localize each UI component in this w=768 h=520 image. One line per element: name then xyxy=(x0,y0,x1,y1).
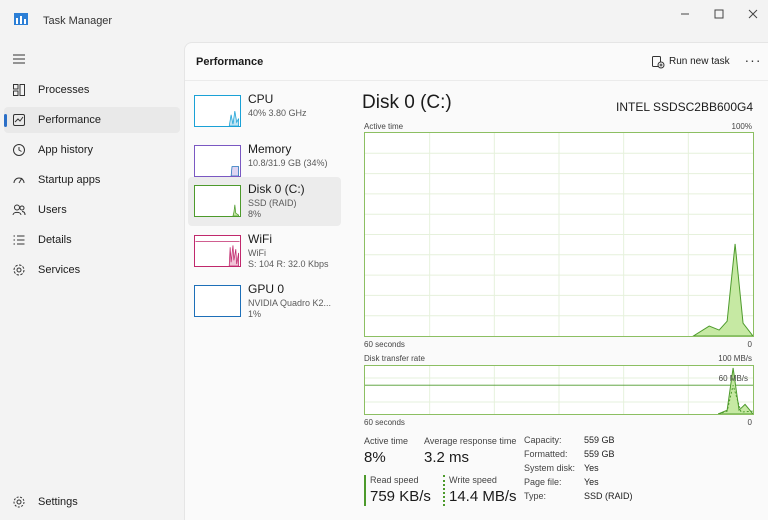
task-manager-app-icon xyxy=(14,13,28,25)
nav-item-settings[interactable]: Settings xyxy=(4,489,180,515)
device-item-cpu[interactable]: CPU 40% 3.80 GHz xyxy=(188,87,341,136)
run-task-icon xyxy=(652,56,665,69)
page-file-label: Page file: xyxy=(524,477,562,487)
write-speed-value: 14.4 MB/s xyxy=(449,488,517,505)
users-icon xyxy=(12,204,26,216)
read-speed-label: Read speed xyxy=(370,475,419,485)
device-detail: SSD (RAID) xyxy=(248,198,297,208)
device-throughput: S: 104 R: 32.0 Kbps xyxy=(248,259,329,269)
capacity-label: Capacity: xyxy=(524,435,562,445)
transfer-rate-max-label: 100 MB/s xyxy=(718,354,752,363)
device-detail: WiFi xyxy=(248,248,266,258)
gpu-mini-graph xyxy=(194,285,241,317)
active-time-stat-value: 8% xyxy=(364,449,386,466)
device-name: Memory xyxy=(248,142,292,156)
run-new-task-button[interactable]: Run new task xyxy=(649,52,739,74)
nav-item-services[interactable]: Services xyxy=(4,257,180,283)
avg-response-label: Average response time xyxy=(424,436,517,446)
page-file-value: Yes xyxy=(584,477,599,487)
disk-mini-graph xyxy=(194,185,241,217)
write-speed-indicator xyxy=(443,475,445,506)
device-usage: 8% xyxy=(248,209,262,219)
transfer-rate-graph xyxy=(364,365,754,415)
active-indicator xyxy=(4,114,7,127)
performance-icon xyxy=(13,114,25,126)
nav-item-users[interactable]: Users xyxy=(4,197,180,223)
device-detail: NVIDIA Quadro K2... xyxy=(248,298,332,308)
memory-mini-graph xyxy=(194,145,241,177)
device-name: Disk 0 (C:) xyxy=(248,182,305,196)
device-item-gpu-0[interactable]: GPU 0 NVIDIA Quadro K2... 1% xyxy=(188,277,341,326)
minimize-icon xyxy=(681,13,689,15)
active-time-graph xyxy=(364,132,754,337)
read-speed-value: 759 KB/s xyxy=(370,488,431,505)
window-title: Task Manager xyxy=(43,15,113,27)
hamburger-icon xyxy=(13,54,25,64)
nav-item-processes[interactable]: Processes xyxy=(4,77,180,103)
write-speed-label: Write speed xyxy=(449,475,497,485)
device-name: CPU xyxy=(248,92,274,106)
device-item-wifi[interactable]: WiFi WiFi S: 104 R: 32.0 Kbps xyxy=(188,227,341,276)
device-item-disk-0[interactable]: Disk 0 (C:) SSD (RAID) 8% xyxy=(188,177,341,226)
capacity-value: 559 GB xyxy=(584,435,615,445)
app-history-icon xyxy=(13,144,25,156)
active-time-stat-label: Active time xyxy=(364,436,409,446)
nav-label-details: Details xyxy=(38,234,72,246)
nav-label-performance: Performance xyxy=(38,114,101,126)
transfer-rate-mid-label: 60 MB/s xyxy=(718,374,748,383)
device-usage: 1% xyxy=(248,309,262,319)
maximize-icon xyxy=(714,9,724,19)
device-detail: 40% 3.80 GHz xyxy=(248,108,307,118)
details-icon xyxy=(13,235,25,245)
processes-icon xyxy=(13,84,25,96)
nav-label-users: Users xyxy=(38,204,67,216)
disk-model: INTEL SSDSC2BB600G4 xyxy=(616,100,753,114)
wifi-mini-graph xyxy=(194,235,241,267)
header-divider xyxy=(185,80,768,81)
menu-button[interactable] xyxy=(8,50,30,68)
type-value: SSD (RAID) xyxy=(584,491,633,501)
nav-item-app-history[interactable]: App history xyxy=(4,137,180,163)
nav-label-settings: Settings xyxy=(38,496,78,508)
read-speed-indicator xyxy=(364,475,366,506)
transfer-rate-min-label: 0 xyxy=(747,418,752,427)
nav-item-startup-apps[interactable]: Startup apps xyxy=(4,167,180,193)
device-detail: 10.8/31.9 GB (34%) xyxy=(248,158,328,168)
run-new-task-label: Run new task xyxy=(669,56,730,67)
type-label: Type: xyxy=(524,491,547,501)
transfer-rate-label: Disk transfer rate xyxy=(364,354,425,363)
close-icon xyxy=(748,9,758,19)
device-name: WiFi xyxy=(248,232,272,246)
cpu-mini-graph xyxy=(194,95,241,127)
active-time-min-label: 0 xyxy=(747,340,752,349)
device-name: GPU 0 xyxy=(248,282,285,296)
startup-apps-icon xyxy=(13,177,25,184)
services-icon xyxy=(13,264,25,276)
maximize-button[interactable] xyxy=(702,4,736,24)
close-button[interactable] xyxy=(736,4,768,24)
formatted-label: Formatted: xyxy=(524,449,568,459)
main-panel: Performance Run new task ··· CPU 40% 3.8… xyxy=(184,42,768,520)
page-title: Performance xyxy=(196,56,264,68)
nav-item-details[interactable]: Details xyxy=(4,227,180,253)
system-disk-label: System disk: xyxy=(524,463,576,473)
avg-response-value: 3.2 ms xyxy=(424,449,470,466)
settings-gear-icon xyxy=(13,496,25,508)
nav-label-startup-apps: Startup apps xyxy=(38,174,101,186)
nav-item-performance[interactable]: Performance xyxy=(4,107,180,133)
transfer-rate-x-label: 60 seconds xyxy=(364,418,405,427)
more-options-button[interactable]: ··· xyxy=(741,49,765,73)
minimize-button[interactable] xyxy=(668,4,702,24)
disk-title: Disk 0 (C:) xyxy=(362,92,452,113)
active-time-label: Active time xyxy=(364,122,404,131)
nav-label-app-history: App history xyxy=(38,144,94,156)
active-time-x-label: 60 seconds xyxy=(364,340,405,349)
system-disk-value: Yes xyxy=(584,463,599,473)
title-bar: Task Manager xyxy=(0,0,768,42)
nav-label-processes: Processes xyxy=(38,84,90,96)
active-time-max-label: 100% xyxy=(731,122,752,131)
nav-label-services: Services xyxy=(38,264,81,276)
formatted-value: 559 GB xyxy=(584,449,615,459)
